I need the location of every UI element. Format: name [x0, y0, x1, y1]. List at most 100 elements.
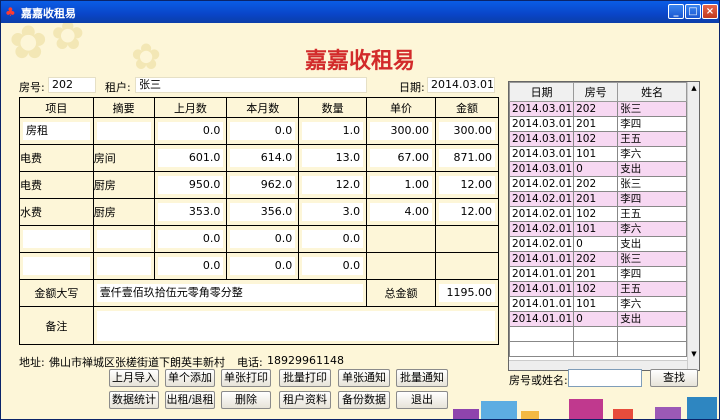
prev-reading-cell[interactable]: 601.0 — [157, 149, 224, 167]
maximize-button[interactable]: □ — [685, 4, 701, 19]
amount-cell[interactable] — [434, 225, 500, 253]
add-single-button[interactable]: 单个添加 — [165, 369, 215, 387]
amount-words-row: 金额大写 壹仟壹佰玖拾伍元零角零分整 总金额 1195.00 — [19, 279, 500, 307]
prev-reading-cell[interactable]: 353.0 — [157, 203, 224, 221]
list-row[interactable]: 2014.02.01 101 李六 — [509, 221, 687, 237]
qty-cell[interactable]: 3.0 — [302, 203, 364, 221]
search-button[interactable]: 查找 — [650, 369, 698, 387]
price-cell[interactable]: 67.00 — [370, 149, 432, 167]
prev-reading-cell[interactable]: 0.0 — [157, 230, 224, 248]
price-cell[interactable] — [366, 252, 436, 280]
rent-checkout-button[interactable]: 出租/退租 — [165, 391, 215, 409]
list-row[interactable]: 2014.03.01 102 王五 — [509, 131, 687, 147]
summary-cell[interactable] — [96, 257, 151, 275]
amount-cell[interactable]: 12.00 — [438, 203, 495, 221]
list-cell-room: 0 — [573, 311, 619, 327]
room-field[interactable]: 202 — [48, 77, 96, 93]
remark-field[interactable] — [96, 310, 495, 341]
price-cell[interactable]: 4.00 — [370, 203, 432, 221]
list-row[interactable]: 2014.03.01 201 李四 — [509, 116, 687, 132]
close-button[interactable]: × — [702, 4, 718, 19]
summary-cell[interactable] — [96, 230, 151, 248]
amount-cell[interactable]: 300.00 — [438, 122, 495, 140]
list-row[interactable]: 2014.02.01 102 王五 — [509, 206, 687, 222]
tenant-field[interactable]: 张三 — [135, 77, 367, 93]
minimize-button[interactable]: _ — [668, 4, 684, 19]
qty-cell[interactable]: 0.0 — [302, 257, 364, 275]
list-row[interactable]: 2014.03.01 202 张三 — [509, 101, 687, 117]
curr-reading-cell[interactable]: 614.0 — [230, 149, 296, 167]
list-cell-date: 2014.02.01 — [509, 176, 575, 192]
record-list[interactable]: 日期 房号 姓名 2014.03.01 202 张三 2014.03.01 201 李四 2… — [508, 81, 700, 371]
item-cell[interactable]: 电费 — [19, 144, 94, 172]
curr-reading-cell[interactable]: 0.0 — [230, 230, 296, 248]
prev-reading-cell[interactable]: 950.0 — [157, 176, 224, 194]
amount-cell[interactable]: 871.00 — [438, 149, 495, 167]
batch-print-button[interactable]: 批量打印 — [279, 369, 331, 387]
amount-cell[interactable]: 12.00 — [438, 176, 495, 194]
item-cell[interactable]: 水费 — [19, 198, 94, 226]
qty-cell[interactable]: 12.0 — [302, 176, 364, 194]
list-header-date[interactable]: 日期 — [509, 82, 575, 102]
list-cell-name: 李四 — [617, 191, 687, 207]
prev-reading-cell[interactable]: 0.0 — [157, 122, 224, 140]
curr-reading-cell[interactable]: 962.0 — [230, 176, 296, 194]
backup-button[interactable]: 备份数据 — [338, 391, 390, 409]
date-label: 日期: — [399, 81, 425, 94]
curr-reading-cell[interactable]: 356.0 — [230, 203, 296, 221]
search-label: 房号或姓名: — [509, 374, 568, 387]
summary-cell[interactable]: 房间 — [92, 144, 155, 172]
grid-row: 电费 厨房 950.0 962.0 12.0 1.00 12.00 — [19, 171, 500, 199]
amount-words-field: 壹仟壹佰玖拾伍元零角零分整 — [96, 284, 364, 302]
prev-reading-cell[interactable]: 0.0 — [157, 257, 224, 275]
list-row[interactable]: 2014.02.01 201 李四 — [509, 191, 687, 207]
curr-reading-cell[interactable]: 0.0 — [230, 257, 296, 275]
list-row-empty — [509, 341, 687, 357]
list-row[interactable]: 2014.01.01 102 王五 — [509, 281, 687, 297]
list-row[interactable]: 2014.02.01 202 张三 — [509, 176, 687, 192]
list-cell-date: 2014.02.01 — [509, 191, 575, 207]
item-cell[interactable]: 房租 — [23, 122, 90, 140]
statistics-button[interactable]: 数据统计 — [109, 391, 159, 409]
tenant-info-button[interactable]: 租户资料 — [279, 391, 331, 409]
import-last-month-button[interactable]: 上月导入 — [109, 369, 159, 387]
qty-cell[interactable]: 0.0 — [302, 230, 364, 248]
scroll-up-icon[interactable]: ▲ — [689, 83, 699, 93]
price-cell[interactable] — [366, 225, 436, 253]
delete-button[interactable]: 删除 — [221, 391, 271, 409]
list-cell-date: 2014.03.01 — [509, 116, 575, 132]
list-vertical-scrollbar[interactable]: ▲ ▼ — [687, 82, 699, 370]
price-cell[interactable]: 300.00 — [370, 122, 432, 140]
price-cell[interactable]: 1.00 — [370, 176, 432, 194]
search-input[interactable] — [568, 369, 642, 387]
list-row[interactable]: 2014.01.01 101 李六 — [509, 296, 687, 312]
summary-cell[interactable] — [96, 122, 151, 140]
list-header-name[interactable]: 姓名 — [617, 82, 687, 102]
qty-cell[interactable]: 1.0 — [302, 122, 364, 140]
list-row[interactable]: 2014.03.01 101 李六 — [509, 146, 687, 162]
item-cell[interactable] — [23, 230, 90, 248]
scroll-down-icon[interactable]: ▼ — [689, 349, 699, 359]
amount-cell[interactable] — [434, 252, 500, 280]
list-row[interactable]: 2014.01.01 201 李四 — [509, 266, 687, 282]
item-cell[interactable]: 电费 — [19, 171, 94, 199]
list-header-room[interactable]: 房号 — [573, 82, 619, 102]
batch-notify-button[interactable]: 批量通知 — [396, 369, 448, 387]
date-field[interactable]: 2014.03.01 — [427, 77, 495, 93]
item-cell[interactable] — [23, 257, 90, 275]
summary-cell[interactable]: 厨房 — [92, 171, 155, 199]
amount-words-label: 金额大写 — [19, 279, 94, 307]
title-bar[interactable]: ♣ 嘉嘉收租易 _ □ × — [1, 1, 719, 23]
qty-cell[interactable]: 13.0 — [302, 149, 364, 167]
summary-cell[interactable]: 厨房 — [92, 198, 155, 226]
list-row[interactable]: 2014.01.01 0 支出 — [509, 311, 687, 327]
building-decoration-icon — [481, 401, 517, 419]
print-single-button[interactable]: 单张打印 — [221, 369, 271, 387]
list-row[interactable]: 2014.02.01 0 支出 — [509, 236, 687, 252]
list-cell-name: 张三 — [617, 101, 687, 117]
list-row[interactable]: 2014.03.01 0 支出 — [509, 161, 687, 177]
notify-single-button[interactable]: 单张通知 — [338, 369, 390, 387]
list-row[interactable]: 2014.01.01 202 张三 — [509, 251, 687, 267]
curr-reading-cell[interactable]: 0.0 — [230, 122, 296, 140]
exit-button[interactable]: 退出 — [396, 391, 448, 409]
